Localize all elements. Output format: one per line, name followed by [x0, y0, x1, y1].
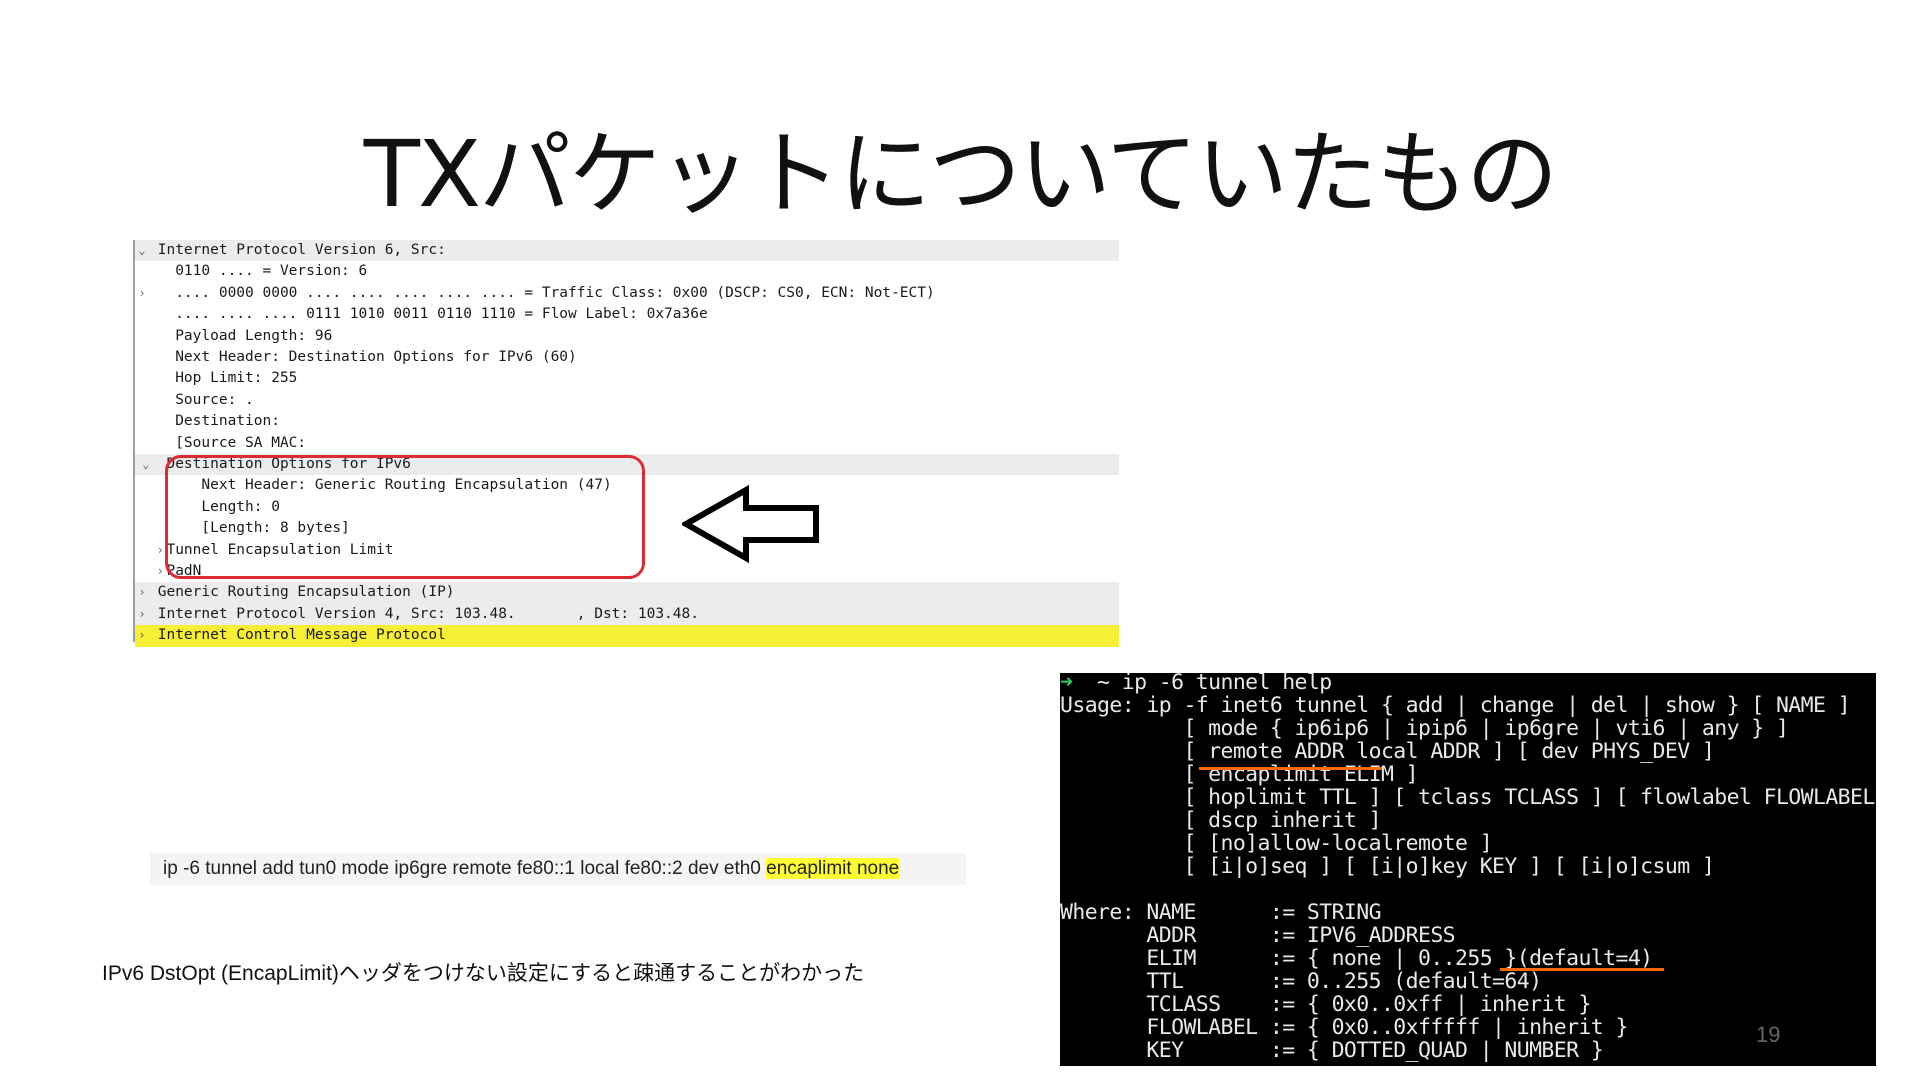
command-highlight: encaplimit none: [766, 858, 900, 879]
packet-tree-row[interactable]: ⌄ Internet Protocol Version 6, Src:: [135, 240, 1119, 262]
packet-tree-row[interactable]: .... .... .... 0111 1010 0011 0110 1110 …: [135, 304, 1119, 325]
terminal-line: KEY := { DOTTED_QUAD | NUMBER }: [1060, 1039, 1603, 1062]
expander-icon[interactable]: ⌄: [135, 240, 149, 261]
packet-tree-label: Payload Length: 96: [149, 327, 333, 344]
terminal-line: Where: NAME := STRING: [1060, 900, 1382, 925]
terminal-line: TCLASS := { 0x0..0xff | inherit }: [1060, 993, 1591, 1016]
terminal-line-text: TTL := 0..255 (default=64): [1060, 969, 1542, 994]
annotation-underline: [1199, 767, 1382, 770]
packet-tree-label: Internet Protocol Version 6, Src:: [149, 242, 446, 258]
terminal-line: ➜ ~ ip -6 tunnel help: [1060, 673, 1332, 694]
terminal-line: Usage: ip -f inet6 tunnel { add | change…: [1060, 693, 1851, 718]
packet-tree-label: Internet Control Message Protocol: [149, 627, 446, 644]
prompt-arrow-icon: ➜: [1060, 673, 1073, 695]
packet-tree-row[interactable]: [Source SA MAC:: [135, 433, 1119, 454]
expander-icon[interactable]: ›: [135, 283, 149, 304]
result-text: IPv6 DstOpt (EncapLimit)ヘッダをつけない設定にすると疎通…: [102, 962, 865, 985]
page-number: 19: [1756, 1022, 1781, 1047]
packet-tree-label: .... 0000 0000 .... .... .... .... .... …: [149, 284, 935, 301]
packet-tree-row[interactable]: Next Header: Destination Options for IPv…: [135, 347, 1119, 368]
packet-tree-row[interactable]: 0110 .... = Version: 6: [135, 261, 1119, 282]
terminal-line: [ remote ADDR local ADDR ] [ dev PHYS_DE…: [1060, 740, 1714, 763]
annotation-box: [165, 455, 645, 579]
terminal-line: FLOWLABEL := { 0x0..0xfffff | inherit }: [1060, 1016, 1628, 1039]
packet-tree-row[interactable]: Hop Limit: 255: [135, 368, 1119, 389]
packet-tree-row[interactable]: › Generic Routing Encapsulation (IP): [135, 582, 1119, 604]
packet-tree-label: Generic Routing Encapsulation (IP): [149, 584, 455, 601]
terminal-window: ➜ ~ ip -6 tunnel help Usage: ip -f inet6 …: [1060, 673, 1876, 1066]
command-example: ip -6 tunnel add tun0 mode ip6gre remote…: [150, 853, 966, 885]
packet-tree-label: 0110 .... = Version: 6: [149, 263, 368, 280]
packet-tree-row[interactable]: › Internet Protocol Version 4, Src: 103.…: [135, 603, 1119, 626]
terminal-line-text: Where: NAME := STRING: [1060, 900, 1382, 925]
terminal-line: [ [no]allow-localremote ]: [1060, 832, 1492, 855]
packet-tree-label: [Source SA MAC:: [149, 434, 307, 451]
terminal-line-text: [ remote ADDR local ADDR ] [ dev PHYS_DE…: [1060, 739, 1715, 764]
terminal-line-text: [ encaplimit ELIM ]: [1060, 762, 1418, 787]
packet-tree-row[interactable]: Source: .: [135, 390, 1119, 411]
expander-icon[interactable]: ›: [135, 561, 164, 582]
terminal-line-text: [ [i|o]seq ] [ [i|o]key KEY ] [ [i|o]csu…: [1060, 854, 1715, 879]
packet-tree-row[interactable]: › .... 0000 0000 .... .... .... .... ...…: [135, 283, 1119, 304]
terminal-line: ELIM := { none | 0..255 }(default=4): [1060, 947, 1653, 970]
terminal-line: TTL := 0..255 (default=64): [1060, 969, 1542, 994]
terminal-line-text: TCLASS := { 0x0..0xff | inherit }: [1060, 992, 1591, 1017]
terminal-line-text: [ hoplimit TTL ] [ tclass TCLASS ] [ flo…: [1060, 785, 1876, 810]
annotation-underline: [1500, 968, 1664, 971]
terminal-line-text: [ dscp inherit ]: [1060, 808, 1381, 833]
packet-tree-label: Internet Protocol Version 4, Src: 103.48…: [149, 605, 699, 622]
packet-tree-label: .... .... .... 0111 1010 0011 0110 1110 …: [149, 306, 708, 323]
terminal-line: [ hoplimit TTL ] [ tclass TCLASS ] [ flo…: [1060, 786, 1876, 809]
packet-tree-label: Source: .: [149, 391, 254, 408]
terminal-line-text: Usage: ip -f inet6 tunnel { add | change…: [1060, 693, 1851, 718]
terminal-line-text: ~ ip -6 tunnel help: [1072, 673, 1332, 695]
terminal-line-text: FLOWLABEL := { 0x0..0xfffff | inherit }: [1060, 1015, 1628, 1040]
terminal-line-text: ADDR := IPV6_ADDRESS: [1060, 923, 1456, 948]
packet-tree-label: Next Header: Destination Options for IPv…: [149, 349, 577, 365]
terminal-line: ADDR := IPV6_ADDRESS: [1060, 924, 1455, 947]
slide-title: TXパケットについていたもの: [363, 121, 1558, 228]
expander-icon[interactable]: ›: [135, 582, 149, 603]
packet-tree-label: Destination:: [149, 413, 280, 430]
terminal-line-text: [ mode { ip6ip6 | ipip6 | ip6gre | vti6 …: [1060, 716, 1789, 741]
expander-icon[interactable]: ›: [135, 625, 149, 646]
terminal-line: [ [i|o]seq ] [ [i|o]key KEY ] [ [i|o]csu…: [1060, 855, 1714, 878]
terminal-line-text: [ [no]allow-localremote ]: [1060, 831, 1493, 856]
packet-tree-row[interactable]: Payload Length: 96: [135, 326, 1119, 347]
packet-tree-label: Hop Limit: 255: [149, 370, 298, 387]
expander-icon[interactable]: ›: [135, 604, 149, 625]
terminal-line: [ dscp inherit ]: [1060, 809, 1381, 832]
terminal-line-text: KEY := { DOTTED_QUAD | NUMBER }: [1060, 1038, 1604, 1063]
command-text: ip -6 tunnel add tun0 mode ip6gre remote…: [163, 858, 767, 879]
left-arrow-icon: [682, 484, 819, 564]
packet-tree-row[interactable]: › Internet Control Message Protocol: [135, 625, 1119, 647]
terminal-line: [ mode { ip6ip6 | ipip6 | ip6gre | vti6 …: [1060, 717, 1788, 740]
packet-tree-row[interactable]: Destination:: [135, 411, 1119, 432]
expander-icon[interactable]: ›: [135, 540, 164, 561]
expander-icon[interactable]: ⌄: [135, 454, 149, 475]
packet-details-panel: ⌄ Internet Protocol Version 6, Src: 0110…: [133, 240, 1119, 647]
